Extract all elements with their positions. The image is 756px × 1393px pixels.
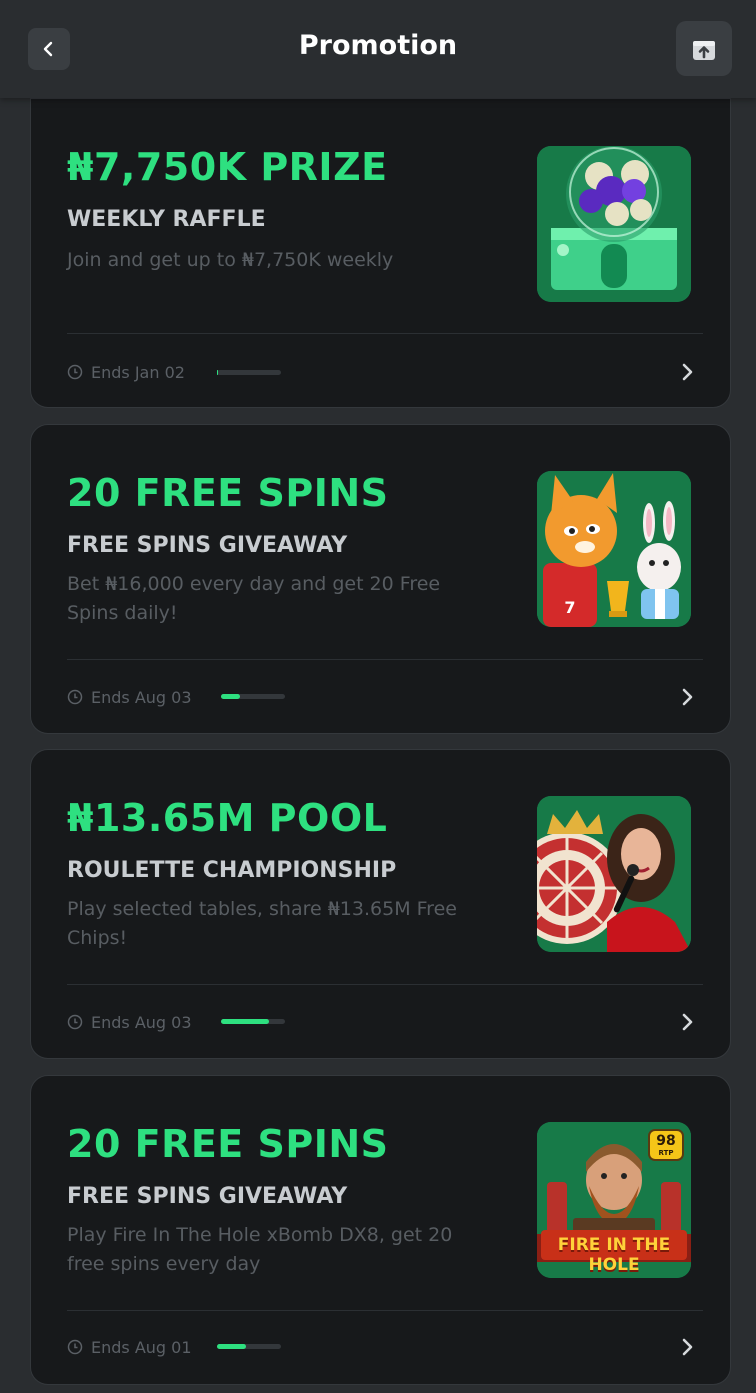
top-bar: Promotion — [0, 0, 756, 98]
promotion-card[interactable]: ₦13.65M POOL ROULETTE CHAMPIONSHIP Play … — [30, 749, 731, 1059]
progress-bar — [217, 370, 281, 375]
progress-fill — [217, 1344, 246, 1349]
progress-fill — [217, 370, 219, 375]
rtp-badge: 98 RTP — [649, 1130, 683, 1160]
end-date: Ends Aug 01 — [91, 1337, 192, 1357]
promotion-card[interactable]: 20 FREE SPINS FREE SPINS GIVEAWAY Bet ₦1… — [30, 424, 731, 734]
promotion-card[interactable]: 20 FREE SPINS FREE SPINS GIVEAWAY Play F… — [30, 1075, 731, 1385]
svg-text:7: 7 — [564, 598, 575, 617]
page-title: Promotion — [298, 30, 458, 61]
cat-and-rabbit-game-icon: 7 — [537, 471, 691, 627]
end-date: Ends Aug 03 — [91, 687, 192, 707]
chevron-right-icon[interactable] — [675, 360, 699, 384]
progress-fill — [221, 1019, 269, 1024]
roulette-dealer-icon — [537, 796, 691, 952]
promotion-card[interactable]: ₦7,750K PRIZE WEEKLY RAFFLE Join and get… — [30, 98, 731, 408]
promotion-footer: Ends Aug 03 — [67, 682, 703, 712]
progress-fill — [221, 694, 241, 699]
promotion-description: Bet ₦16,000 every day and get 20 Free Sp… — [67, 573, 441, 624]
clock-icon — [67, 689, 83, 705]
promotion-subtitle: FREE SPINS GIVEAWAY — [67, 1184, 348, 1209]
chevron-right-icon[interactable] — [675, 685, 699, 709]
share-upload-icon — [693, 40, 715, 60]
promotion-footer: Ends Aug 03 — [67, 1007, 703, 1037]
clock-icon — [67, 1339, 83, 1355]
rtp-badge-value: 98 — [656, 1133, 676, 1149]
promotion-footer: Ends Aug 01 — [67, 1332, 703, 1362]
lottery-machine-icon — [537, 146, 691, 302]
clock-icon — [67, 364, 83, 380]
divider — [67, 984, 703, 985]
promotion-subtitle: FREE SPINS GIVEAWAY — [67, 533, 348, 558]
promotion-description: Play Fire In The Hole xBomb DX8, get 20 … — [67, 1224, 453, 1275]
share-button[interactable] — [676, 21, 732, 76]
progress-bar — [217, 1344, 281, 1349]
promotion-headline: ₦13.65M POOL — [67, 796, 388, 840]
divider — [67, 659, 703, 660]
promotion-footer: Ends Jan 02 — [67, 357, 703, 387]
chevron-right-icon[interactable] — [675, 1010, 699, 1034]
promotion-subtitle: WEEKLY RAFFLE — [67, 207, 266, 232]
end-date: Ends Jan 02 — [91, 362, 185, 382]
promotion-headline: ₦7,750K PRIZE — [67, 145, 388, 189]
promotion-description: Join and get up to ₦7,750K weekly — [67, 249, 394, 271]
rtp-badge-label: RTP — [658, 1149, 674, 1157]
clock-icon — [67, 1014, 83, 1030]
promotion-headline: 20 FREE SPINS — [67, 1122, 389, 1166]
thumb-logo-text: FIRE IN THE HOLE — [557, 1235, 671, 1275]
promotion-subtitle: ROULETTE CHAMPIONSHIP — [67, 858, 397, 883]
divider — [67, 333, 703, 334]
divider — [67, 1310, 703, 1311]
promotion-headline: 20 FREE SPINS — [67, 471, 389, 515]
fire-in-the-hole-game-icon: FIRE IN THE HOLE 98 RTP — [537, 1122, 691, 1278]
progress-bar — [221, 1019, 285, 1024]
end-date: Ends Aug 03 — [91, 1012, 192, 1032]
progress-bar — [221, 694, 285, 699]
chevron-right-icon[interactable] — [675, 1335, 699, 1359]
promotion-description: Play selected tables, share ₦13.65M Free… — [67, 898, 457, 949]
